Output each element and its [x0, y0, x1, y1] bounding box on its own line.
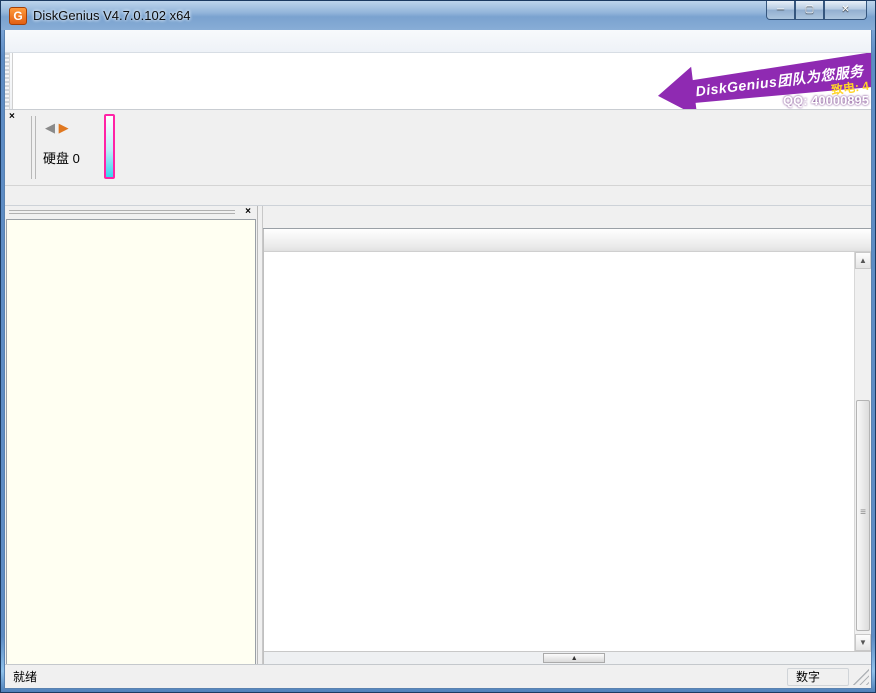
window-title: DiskGenius V4.7.0.102 x64 [33, 8, 191, 23]
horizontal-scrollbar[interactable]: ▲ [264, 651, 871, 664]
tree-pane: × [5, 206, 258, 664]
vertical-scrollbar-thumb[interactable] [856, 400, 870, 631]
status-bar: 就绪 数字 [5, 664, 871, 688]
status-text: 就绪 [5, 668, 787, 685]
disk-panel-grip[interactable] [31, 116, 36, 179]
toolbar-grip[interactable] [5, 53, 10, 109]
next-disk-arrow-icon[interactable]: ▶ [59, 120, 69, 135]
app-window: G DiskGenius V4.7.0.102 x64 ─ ▢ ✕ DiskGe… [0, 0, 876, 693]
disk-overview-panel: × ◀ ▶ 硬盘 0 [5, 110, 871, 186]
disk-info-bar [5, 186, 871, 206]
close-button[interactable]: ✕ [824, 1, 867, 20]
numlock-indicator: 数字 [787, 668, 849, 686]
scroll-up-icon[interactable]: ▲ [855, 252, 871, 269]
prev-disk-arrow-icon[interactable]: ◀ [45, 120, 55, 135]
file-table-header [264, 229, 871, 252]
file-browser: ▲ ▼ ▲ [263, 229, 871, 664]
app-logo-icon: G [9, 7, 27, 25]
disk-label: 硬盘 0 [43, 148, 80, 167]
disk-panel-close-icon[interactable]: × [9, 111, 15, 122]
banner-qq: QQ: 40000895 [783, 93, 869, 108]
ad-banner[interactable]: DiskGenius团队为您服务 致电: 4 QQ: 40000895 [12, 53, 871, 109]
resize-grip[interactable] [853, 669, 869, 685]
file-table-rows: ▲ ▼ [264, 252, 871, 651]
scroll-down-icon[interactable]: ▼ [855, 634, 871, 651]
menu-bar [5, 30, 871, 53]
maximize-button[interactable]: ▢ [795, 1, 824, 20]
minimize-button[interactable]: ─ [766, 1, 795, 20]
title-bar[interactable]: G DiskGenius V4.7.0.102 x64 ─ ▢ ✕ [1, 1, 875, 30]
tree-pane-grip[interactable] [9, 210, 235, 214]
disk-tree [6, 219, 256, 664]
tree-pane-close-icon[interactable]: × [245, 206, 251, 218]
tabs-bar [263, 206, 871, 229]
horizontal-scrollbar-thumb[interactable]: ▲ [543, 653, 605, 663]
system-reserved-partition-block[interactable] [104, 114, 115, 179]
vertical-scrollbar[interactable]: ▲ ▼ [854, 252, 871, 651]
toolbar: DiskGenius团队为您服务 致电: 4 QQ: 40000895 [5, 53, 871, 110]
